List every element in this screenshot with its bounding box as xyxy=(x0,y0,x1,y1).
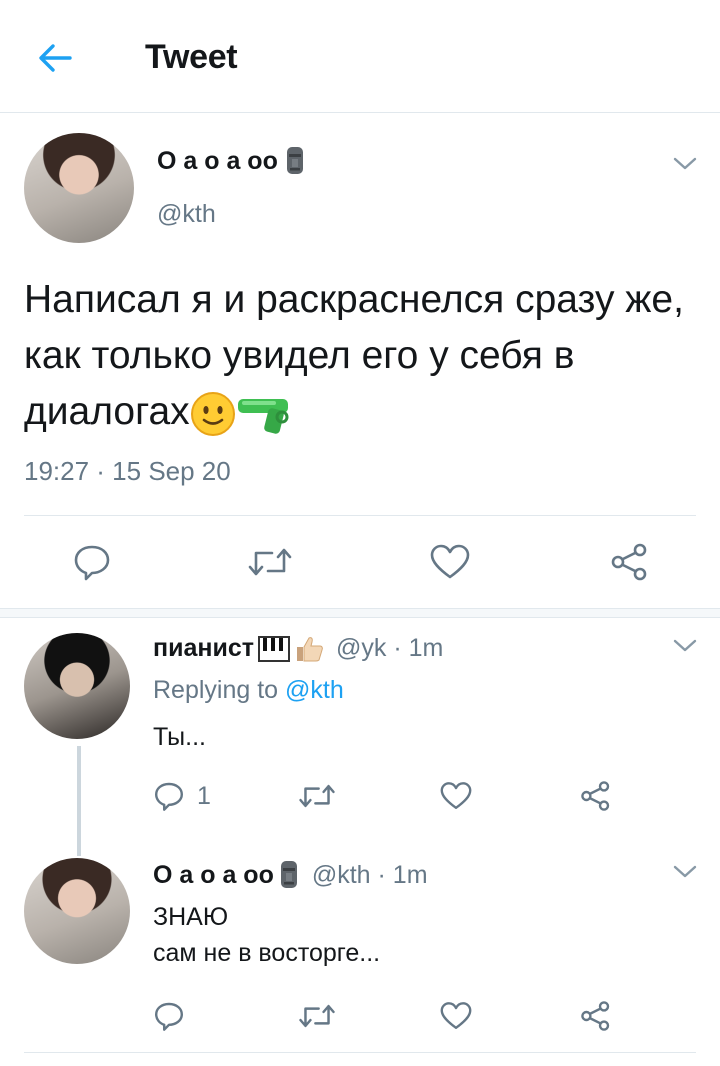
heart-icon xyxy=(430,544,470,579)
divider xyxy=(24,515,696,516)
heart-icon xyxy=(440,782,472,810)
tweet-author-handle[interactable]: @kth xyxy=(157,200,216,229)
reply-text-line: сам не в восторге... xyxy=(153,939,381,967)
chevron-down-icon[interactable] xyxy=(672,864,698,880)
back-button[interactable] xyxy=(30,36,80,80)
like-button[interactable] xyxy=(436,998,476,1034)
avatar[interactable] xyxy=(24,133,134,243)
reply-icon xyxy=(155,782,183,811)
share-button[interactable] xyxy=(576,778,616,814)
tweet-text: Написал я и раскраснелся сразу же, как т… xyxy=(24,272,704,440)
page-title: Tweet xyxy=(145,38,238,76)
retweet-icon xyxy=(299,784,335,808)
heart-icon xyxy=(440,1002,472,1030)
like-button[interactable] xyxy=(426,540,474,584)
chevron-down-icon[interactable] xyxy=(672,156,698,172)
reply-text-line: ЗНАЮ xyxy=(153,903,229,931)
tweet-author-name[interactable]: О а о а оо xyxy=(157,146,306,176)
reply-count: 1 xyxy=(197,781,211,810)
share-button[interactable] xyxy=(576,998,616,1034)
reply-icon xyxy=(155,1002,183,1031)
piano-keys-icon xyxy=(258,635,290,662)
like-button[interactable] xyxy=(436,778,476,814)
thread-connector xyxy=(77,746,81,856)
tweet-body: Написал я и раскраснелся сразу же, как т… xyxy=(24,278,684,433)
reply-meta: @kth · 1m xyxy=(311,860,428,889)
section-separator xyxy=(0,608,720,618)
reply-author-name: О а о а оо xyxy=(153,860,274,889)
chevron-down-icon[interactable] xyxy=(672,638,698,654)
moai-icon xyxy=(280,861,297,888)
replying-to-link[interactable]: @kth xyxy=(285,676,344,704)
moai-icon xyxy=(286,147,303,174)
arrow-left-icon xyxy=(39,44,72,72)
share-icon xyxy=(581,1001,610,1031)
avatar[interactable] xyxy=(24,633,130,739)
reply-author-name: пианист xyxy=(153,634,254,662)
retweet-button[interactable] xyxy=(294,778,340,814)
retweet-button[interactable] xyxy=(294,998,340,1034)
retweet-icon xyxy=(248,548,292,576)
thumbs-up-icon xyxy=(297,636,323,661)
app-header: Tweet xyxy=(0,0,720,113)
avatar[interactable] xyxy=(24,858,130,964)
author-name-text: О а о а оо xyxy=(157,146,278,175)
reply-meta: @yk · 1m xyxy=(336,634,444,662)
tweet-timestamp: 19:27 · 15 Sep 20 xyxy=(24,456,231,486)
share-icon xyxy=(611,543,647,581)
divider xyxy=(24,1052,696,1053)
reply-author[interactable]: О а о а оо @kth · 1m xyxy=(153,860,428,890)
reply-button[interactable]: 1 xyxy=(153,776,225,816)
slightly-smiling-face-icon xyxy=(190,391,235,436)
reply-author[interactable]: пианист @yk · 1m xyxy=(153,634,443,663)
retweet-icon xyxy=(299,1004,335,1028)
retweet-button[interactable] xyxy=(242,540,298,584)
reply-icon xyxy=(74,545,110,581)
water-pistol-icon xyxy=(237,398,289,434)
share-icon xyxy=(581,781,610,811)
reply-button[interactable] xyxy=(153,996,193,1036)
replying-to: Replying to @kth xyxy=(153,676,344,705)
replying-prefix: Replying to xyxy=(153,676,286,704)
reply-text: Ты... xyxy=(153,723,206,751)
reply-button[interactable] xyxy=(68,540,116,584)
share-button[interactable] xyxy=(606,540,654,584)
